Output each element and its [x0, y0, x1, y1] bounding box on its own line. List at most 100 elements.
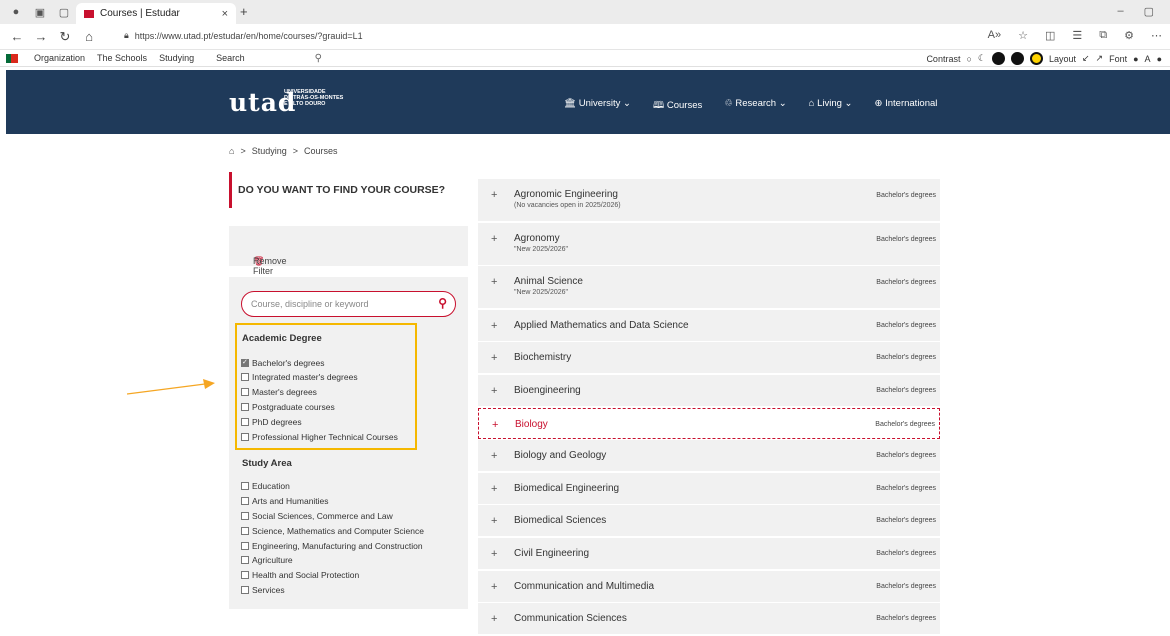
- split-screen-icon[interactable]: ◫: [1045, 29, 1055, 42]
- checkbox-checked[interactable]: [241, 358, 249, 368]
- checkbox[interactable]: [241, 388, 249, 396]
- refresh-icon[interactable]: ↻: [58, 29, 72, 45]
- nav-university[interactable]: 🏛︎ University ⌄: [564, 98, 631, 114]
- checkbox[interactable]: [241, 433, 249, 441]
- nav-research[interactable]: ♲︎ Research ⌄: [724, 98, 786, 114]
- contrast-black-button[interactable]: [991, 52, 1005, 65]
- fav-organization[interactable]: Organization: [34, 53, 85, 63]
- filter-masters[interactable]: Master's degrees: [241, 387, 317, 397]
- new-tab-button[interactable]: +: [240, 4, 248, 19]
- favorite-star-icon[interactable]: ☆: [1018, 29, 1028, 42]
- course-name[interactable]: Civil Engineering: [514, 548, 589, 559]
- breadcrumb-courses[interactable]: Courses: [304, 146, 338, 156]
- fav-search[interactable]: Search: [216, 53, 245, 63]
- expand-plus-icon[interactable]: +: [491, 613, 497, 625]
- search-icon[interactable]: ⚲: [315, 53, 322, 64]
- course-name[interactable]: Biomedical Engineering: [514, 483, 619, 494]
- layout-expand-icon[interactable]: ↗: [1096, 53, 1104, 64]
- forward-icon[interactable]: →: [34, 29, 48, 44]
- more-icon[interactable]: ⋯: [1151, 29, 1162, 42]
- course-item[interactable]: + Biomedical Sciences Bachelor's degrees: [478, 505, 940, 537]
- fav-the-schools[interactable]: The Schools: [97, 53, 147, 63]
- expand-plus-icon[interactable]: +: [491, 483, 497, 495]
- expand-plus-icon[interactable]: +: [491, 581, 497, 593]
- nav-international[interactable]: ⊕ International: [875, 98, 938, 114]
- expand-plus-icon[interactable]: +: [491, 385, 497, 397]
- checkbox[interactable]: [241, 586, 249, 594]
- filter-arts-humanities[interactable]: Arts and Humanities: [241, 496, 329, 506]
- filter-professional-technical[interactable]: Professional Higher Technical Courses: [241, 432, 398, 442]
- browser-tab[interactable]: Courses | Estudar ×: [76, 3, 236, 24]
- course-item[interactable]: + Communication Sciences Bachelor's degree…: [478, 603, 940, 635]
- filter-postgraduate[interactable]: Postgraduate courses: [241, 402, 335, 412]
- filter-services[interactable]: Services: [241, 585, 285, 595]
- layout-shrink-icon[interactable]: ↙: [1082, 53, 1090, 64]
- expand-plus-icon[interactable]: +: [491, 189, 497, 201]
- course-item[interactable]: + Biology Bachelor's degrees: [478, 407, 940, 439]
- close-tab-icon[interactable]: ×: [222, 8, 228, 20]
- profile-icon[interactable]: ●: [8, 4, 24, 20]
- nav-living[interactable]: ⌂ Living ⌄: [809, 98, 853, 114]
- restore-button[interactable]: ▢: [1144, 5, 1154, 18]
- filter-science-math-cs[interactable]: Science, Mathematics and Computer Scienc…: [241, 526, 424, 536]
- back-icon[interactable]: ←: [10, 29, 24, 44]
- course-name[interactable]: Agronomy: [514, 233, 560, 244]
- filter-health[interactable]: Health and Social Protection: [241, 570, 359, 580]
- home-icon[interactable]: ⌂: [229, 146, 234, 156]
- course-item[interactable]: + Applied Mathematics and Data Science Bac…: [478, 309, 940, 341]
- checkbox[interactable]: [241, 403, 249, 411]
- home-icon[interactable]: ⌂: [82, 29, 96, 44]
- minimize-button[interactable]: –: [1117, 5, 1123, 18]
- font-default-button[interactable]: A: [1145, 54, 1151, 64]
- filter-bachelors[interactable]: Bachelor's degrees: [241, 358, 325, 368]
- checkbox[interactable]: [241, 512, 249, 520]
- course-name[interactable]: Communication Sciences: [514, 613, 627, 624]
- checkbox[interactable]: [241, 527, 249, 535]
- expand-plus-icon[interactable]: +: [491, 515, 497, 527]
- course-name[interactable]: Biochemistry: [514, 352, 571, 363]
- course-name[interactable]: Communication and Multimedia: [514, 581, 654, 592]
- font-increase-icon[interactable]: ●: [1157, 54, 1162, 64]
- fav-studying[interactable]: Studying: [159, 53, 194, 63]
- course-item[interactable]: + Animal Science "New 2025/2026" Bachelor's…: [478, 266, 940, 309]
- contrast-yellow-button[interactable]: [1029, 52, 1043, 65]
- expand-plus-icon[interactable]: +: [491, 450, 497, 462]
- course-item[interactable]: + Communication and Multimedia Bachelor's …: [478, 570, 940, 602]
- expand-plus-icon[interactable]: +: [491, 352, 497, 364]
- course-item[interactable]: + Biomedical Engineering Bachelor's degree…: [478, 472, 940, 504]
- expand-plus-icon[interactable]: +: [491, 320, 497, 332]
- filter-engineering[interactable]: Engineering, Manufacturing and Construct…: [241, 541, 423, 551]
- checkbox[interactable]: [241, 482, 249, 490]
- font-decrease-icon[interactable]: ●: [1133, 54, 1138, 64]
- course-item[interactable]: + Bioengineering Bachelor's degrees: [478, 374, 940, 406]
- filter-integrated-masters[interactable]: Integrated master's degrees: [241, 372, 358, 382]
- course-name[interactable]: Agronomic Engineering: [514, 189, 618, 200]
- collections-icon[interactable]: ⧉: [1099, 29, 1107, 42]
- course-name[interactable]: Biomedical Sciences: [514, 515, 606, 526]
- checkbox[interactable]: [241, 556, 249, 564]
- workspaces-icon[interactable]: ▣: [32, 4, 48, 20]
- filter-social-sciences[interactable]: Social Sciences, Commerce and Law: [241, 511, 393, 521]
- contrast-dark-icon[interactable]: ☾: [978, 53, 986, 64]
- course-name[interactable]: Biology: [515, 419, 548, 430]
- expand-plus-icon[interactable]: +: [491, 276, 497, 288]
- checkbox[interactable]: [241, 571, 249, 579]
- course-item[interactable]: + Biology and Geology Bachelor's degrees: [478, 440, 940, 472]
- contrast-light-icon[interactable]: ○: [966, 54, 971, 64]
- search-icon[interactable]: ⚲: [438, 296, 447, 310]
- read-aloud-icon[interactable]: A»: [988, 29, 1001, 42]
- contrast-black-yellow-button[interactable]: [1010, 52, 1024, 65]
- favorites-icon[interactable]: ☰: [1072, 29, 1082, 42]
- course-name[interactable]: Applied Mathematics and Data Science: [514, 320, 689, 331]
- checkbox[interactable]: [241, 373, 249, 381]
- course-item[interactable]: + Civil Engineering Bachelor's degrees: [478, 537, 940, 569]
- expand-plus-icon[interactable]: +: [491, 548, 497, 560]
- filter-agriculture[interactable]: Agriculture: [241, 555, 293, 565]
- nav-courses[interactable]: 🕮︎ Courses: [653, 98, 702, 114]
- course-item[interactable]: + Biochemistry Bachelor's degrees: [478, 342, 940, 374]
- course-item[interactable]: + Agronomic Engineering (No vacancies open…: [478, 179, 940, 221]
- expand-plus-icon[interactable]: +: [491, 233, 497, 245]
- course-search-input[interactable]: [251, 299, 431, 309]
- course-name[interactable]: Biology and Geology: [514, 450, 606, 461]
- checkbox[interactable]: [241, 418, 249, 426]
